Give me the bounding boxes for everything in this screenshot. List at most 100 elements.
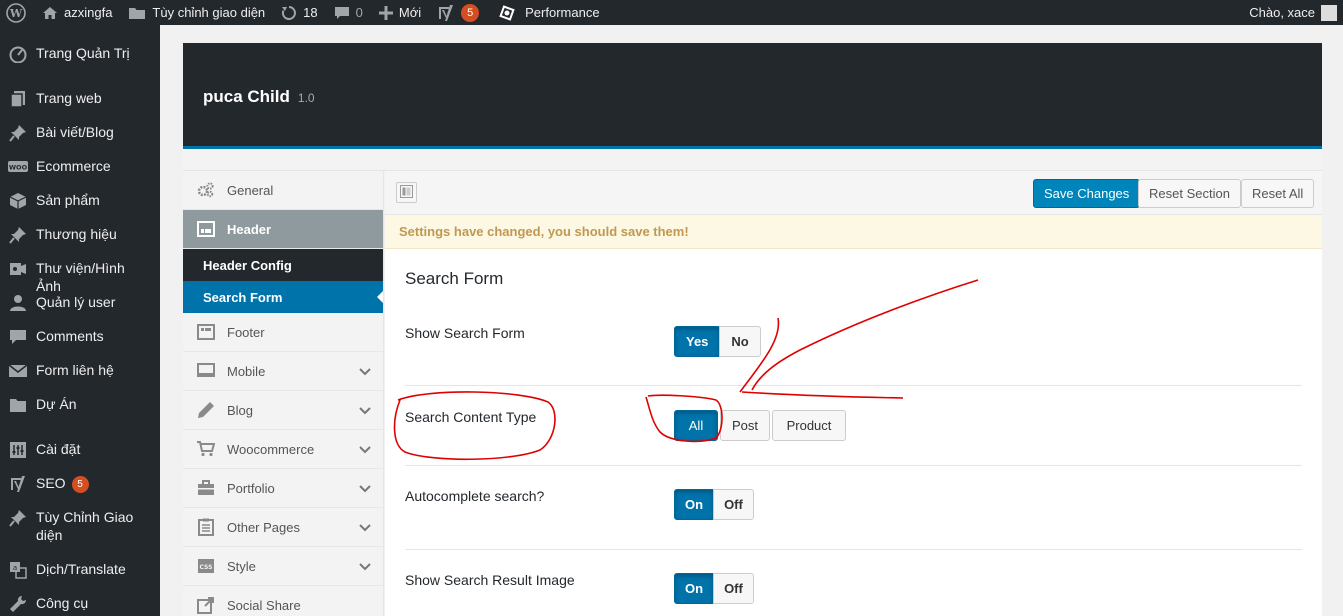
subsection-header-config[interactable]: Header Config [183,249,383,281]
section-footer[interactable]: Footer [183,313,383,352]
subsection-search-form[interactable]: Search Form [183,281,383,313]
briefcase-icon [197,479,215,497]
options-sidebar: General Header Header Config Search Form… [183,171,384,616]
unsaved-changes-notice: Settings have changed, you should save t… [385,215,1322,249]
folder-icon [128,6,146,20]
site-name-link[interactable]: azxingfa [34,0,120,25]
menu-item-media[interactable]: Thư viện/Hình Ảnh [0,259,160,295]
comment-icon [334,5,350,21]
menu-item-settings[interactable]: Cài đặt [0,440,88,460]
wordpress-logo-button[interactable]: W [0,0,34,25]
menu-label: Công cụ [36,595,89,611]
section-mobile[interactable]: Mobile [183,352,383,391]
menu-item-translate[interactable]: a Dịch/Translate [0,560,134,580]
options-main: Save Changes Reset Section Reset All Set… [385,171,1322,616]
clipboard-icon [197,518,215,536]
section-label: Social Share [227,597,301,613]
home-icon [42,5,58,21]
search-content-type-selector: All Post Product [674,410,846,441]
menu-item-products[interactable]: Sản phẩm [0,191,108,211]
save-changes-button[interactable]: Save Changes [1033,179,1141,208]
yoast-link[interactable]: 5 [429,0,487,25]
content-type-all[interactable]: All [674,410,718,441]
header-layout-icon [197,220,215,238]
section-woocommerce[interactable]: Woocommerce [183,430,383,469]
performance-link[interactable]: Performance [487,0,607,25]
box-icon [8,191,28,211]
autocomplete-on[interactable]: On [674,489,715,520]
section-label: Other Pages [227,519,300,535]
field-divider [405,549,1302,550]
content-type-product[interactable]: Product [772,410,846,441]
show-result-image-toggle: On Off [674,573,754,604]
search-content-type-label: Search Content Type [405,409,537,425]
comments-link[interactable]: 0 [326,0,371,25]
section-other-pages[interactable]: Other Pages [183,508,383,547]
menu-label: Trang Quản Trị [36,45,130,61]
section-general[interactable]: General [183,171,383,210]
css-icon: CSS [197,557,215,575]
yoast-icon [437,4,455,22]
section-blog[interactable]: Blog [183,391,383,430]
updates-icon [281,5,297,21]
show-search-form-yes[interactable]: Yes [674,326,721,357]
yoast-icon [8,474,28,494]
translate-icon: a [8,560,28,580]
theme-title: puca Child 1.0 [203,87,315,107]
result-image-on[interactable]: On [674,573,715,604]
theme-name: puca Child [203,87,290,106]
reset-all-button[interactable]: Reset All [1241,179,1315,208]
expand-layout-button[interactable] [396,182,417,203]
subsection-label: Header Config [203,257,292,273]
autocomplete-label: Autocomplete search? [405,488,545,504]
brush-icon [8,508,28,528]
menu-item-posts[interactable]: Bài viết/Blog [0,123,122,143]
admin-bar: W azxingfa Tùy chỉnh giao diện 18 0 Mới [0,0,1343,25]
pages-icon [8,89,28,109]
menu-label: Sản phẩm [36,192,100,208]
menu-label: Cài đặt [36,441,81,457]
customize-link[interactable]: Tùy chỉnh giao diện [120,0,273,25]
show-search-form-no[interactable]: No [719,326,761,357]
woo-icon: WOO [8,157,28,177]
menu-item-dashboard[interactable]: Trang Quản Trị [0,44,138,64]
menu-item-projects[interactable]: Dự Án [0,395,85,415]
new-label: Mới [398,5,422,20]
menu-item-ecommerce[interactable]: WOO Ecommerce [0,157,119,177]
cart-icon [197,440,215,458]
result-image-off[interactable]: Off [713,573,754,604]
show-result-image-label: Show Search Result Image [405,572,575,588]
section-portfolio[interactable]: Portfolio [183,469,383,508]
pencil-icon [197,401,215,419]
panel-top-strip [183,149,1322,171]
autocomplete-off[interactable]: Off [713,489,754,520]
options-panel-header: puca Child 1.0 [183,43,1322,149]
theme-version: 1.0 [297,91,315,105]
my-account-link[interactable]: Chào, xace [1241,0,1343,25]
menu-item-contact[interactable]: Form liên hệ [0,361,122,381]
chevron-down-icon [359,520,371,535]
menu-item-brands[interactable]: Thương hiệu [0,225,125,245]
reset-section-button[interactable]: Reset Section [1138,179,1241,208]
menu-item-seo[interactable]: SEO 5 [0,474,97,494]
user-icon [8,293,28,313]
menu-item-customize[interactable]: Tùy Chỉnh Giao diện [0,508,141,544]
content-type-post[interactable]: Post [720,410,770,441]
section-social-share[interactable]: Social Share [183,586,383,616]
menu-item-comments[interactable]: Comments [0,327,112,347]
section-header[interactable]: Header [183,210,383,249]
menu-item-tools[interactable]: Công cụ [0,594,96,614]
subsection-label: Search Form [203,289,283,305]
new-content-link[interactable]: Mới [371,0,429,25]
comments-count: 0 [355,5,363,20]
section-style[interactable]: CSS Style [183,547,383,586]
share-icon [197,596,215,614]
menu-label: Quản lý user [36,294,116,310]
section-label: Blog [227,402,254,418]
menu-item-users[interactable]: Quản lý user [0,293,123,313]
menu-item-pages[interactable]: Trang web [0,89,110,109]
chevron-down-icon [359,559,371,574]
section-label: General [227,182,274,198]
updates-link[interactable]: 18 [273,0,325,25]
pin-icon [8,225,28,245]
